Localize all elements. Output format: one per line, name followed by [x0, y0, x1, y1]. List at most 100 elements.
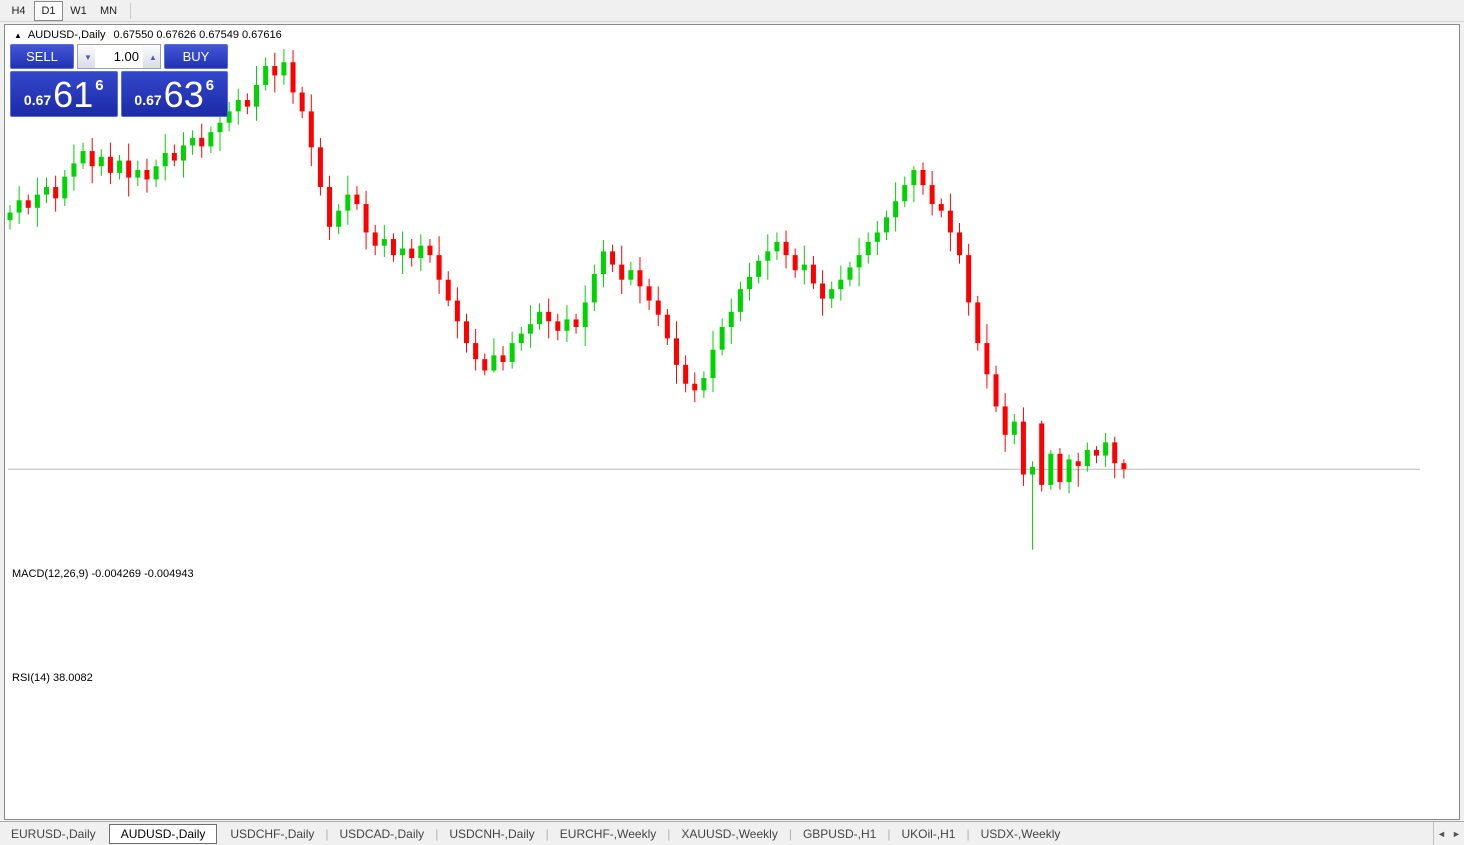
candlestick — [784, 242, 789, 255]
buy-price-prefix: 0.67 — [134, 92, 161, 108]
sell-button[interactable]: SELL — [10, 44, 74, 69]
candlestick — [738, 289, 743, 312]
candlestick — [811, 265, 816, 284]
candlestick — [619, 265, 624, 280]
collapse-triangle-icon[interactable]: ▲ — [14, 31, 22, 40]
candlestick — [437, 255, 442, 280]
volume-input[interactable] — [95, 45, 143, 68]
buy-button[interactable]: BUY — [164, 44, 228, 69]
candlestick — [163, 153, 168, 166]
candlestick — [1067, 459, 1072, 482]
candlestick — [765, 251, 770, 260]
candlestick — [683, 365, 688, 384]
candlestick — [1039, 423, 1044, 484]
candlestick — [81, 151, 86, 163]
sell-price-pip: 6 — [95, 77, 103, 94]
chart-tab-eurchf-weekly[interactable]: EURCHF-,Weekly — [549, 825, 667, 843]
macd-label: MACD(12,26,9) -0.004269 -0.004943 — [12, 568, 194, 580]
candlestick — [1076, 461, 1081, 466]
candlestick — [555, 321, 560, 330]
candlestick — [729, 312, 734, 327]
candlestick — [245, 100, 250, 107]
buy-price-box[interactable]: 0.67 63 6 — [121, 71, 229, 117]
candlestick — [199, 138, 204, 147]
candlestick — [948, 211, 953, 233]
candlestick — [391, 239, 396, 255]
volume-stepper: ▼ ▲ — [77, 44, 161, 69]
chart-tab-usdcnh-daily[interactable]: USDCNH-,Daily — [438, 825, 545, 843]
candlestick — [866, 242, 871, 255]
tab-scroll-buttons: ◄► — [1433, 822, 1464, 845]
volume-down-icon[interactable]: ▼ — [78, 45, 95, 68]
candlestick — [1057, 454, 1062, 482]
candlestick — [537, 312, 542, 324]
candlestick — [26, 200, 31, 208]
candlestick — [628, 270, 633, 279]
sell-price-prefix: 0.67 — [24, 92, 51, 108]
tab-scroll-right-icon[interactable]: ► — [1449, 829, 1464, 839]
candlestick — [53, 187, 58, 198]
candlestick — [418, 246, 423, 258]
candlestick — [674, 338, 679, 364]
candlestick — [144, 170, 149, 179]
candlestick — [701, 378, 706, 390]
candlestick — [318, 147, 323, 187]
one-click-trade-panel: SELL ▼ ▲ BUY 0.67 61 6 0.67 63 6 — [10, 44, 228, 117]
candlestick — [884, 217, 889, 232]
candlestick — [984, 343, 989, 374]
candlestick — [601, 251, 606, 274]
chart-tab-audusd-daily[interactable]: AUDUSD-,Daily — [109, 824, 218, 844]
candlestick — [546, 312, 551, 321]
candlestick — [637, 270, 642, 286]
candlestick — [1003, 406, 1008, 434]
chart-tab-xauusd-weekly[interactable]: XAUUSD-,Weekly — [670, 825, 788, 843]
candlestick — [99, 157, 104, 166]
chart-tab-usdchf-daily[interactable]: USDCHF-,Daily — [219, 825, 325, 843]
sell-price-big: 61 — [53, 78, 93, 112]
candlestick — [893, 201, 898, 217]
symbol-name: AUDUSD-,Daily — [28, 29, 106, 41]
candlestick — [510, 343, 515, 362]
candlestick — [364, 204, 369, 232]
candlestick — [291, 62, 296, 92]
sell-price-box[interactable]: 0.67 61 6 — [10, 71, 118, 117]
candlestick — [1121, 463, 1126, 469]
candlestick — [939, 204, 944, 211]
candlestick — [482, 359, 487, 370]
candlestick — [135, 170, 140, 178]
chart-tab-eurusd-daily[interactable]: EURUSD-,Daily — [0, 825, 107, 843]
terminal-stage: H4D1W1MN ▲AUDUSD-,Daily0.67550 0.67626 0… — [0, 0, 1464, 845]
candlestick — [774, 242, 779, 251]
chart-title: ▲AUDUSD-,Daily0.67550 0.67626 0.67549 0.… — [14, 29, 282, 41]
chart-tab-usdcad-daily[interactable]: USDCAD-,Daily — [329, 825, 436, 843]
chart-tab-gbpusd-h1[interactable]: GBPUSD-,H1 — [792, 825, 887, 843]
rsi-label: RSI(14) 38.0082 — [12, 672, 93, 684]
candlestick — [181, 145, 186, 160]
chart-canvas — [0, 0, 1464, 845]
candlestick — [446, 280, 451, 301]
candlestick — [838, 280, 843, 289]
chart-background — [5, 25, 1459, 818]
symbol-tab-bar: EURUSD-,DailyAUDUSD-,DailyUSDCHF-,Daily|… — [0, 821, 1464, 845]
candlestick — [930, 185, 935, 204]
candlestick — [373, 232, 378, 245]
candlestick — [647, 286, 652, 300]
candlestick — [491, 355, 496, 370]
candlestick — [829, 289, 834, 298]
candlestick — [583, 302, 588, 327]
candlestick — [610, 251, 615, 264]
candlestick — [1085, 450, 1090, 466]
chart-tab-usdx-weekly[interactable]: USDX-,Weekly — [970, 825, 1072, 843]
candlestick — [1021, 422, 1026, 475]
candlestick — [1112, 442, 1117, 463]
chart-tab-ukoil-h1[interactable]: UKOil-,H1 — [890, 825, 966, 843]
volume-up-icon[interactable]: ▲ — [143, 45, 160, 68]
candlestick — [354, 195, 359, 204]
candlestick — [409, 249, 414, 258]
candlestick — [711, 350, 716, 378]
candlestick — [756, 261, 761, 277]
candlestick — [1030, 467, 1035, 475]
candlestick — [747, 277, 752, 289]
candlestick — [793, 255, 798, 270]
tab-scroll-left-icon[interactable]: ◄ — [1434, 829, 1449, 839]
